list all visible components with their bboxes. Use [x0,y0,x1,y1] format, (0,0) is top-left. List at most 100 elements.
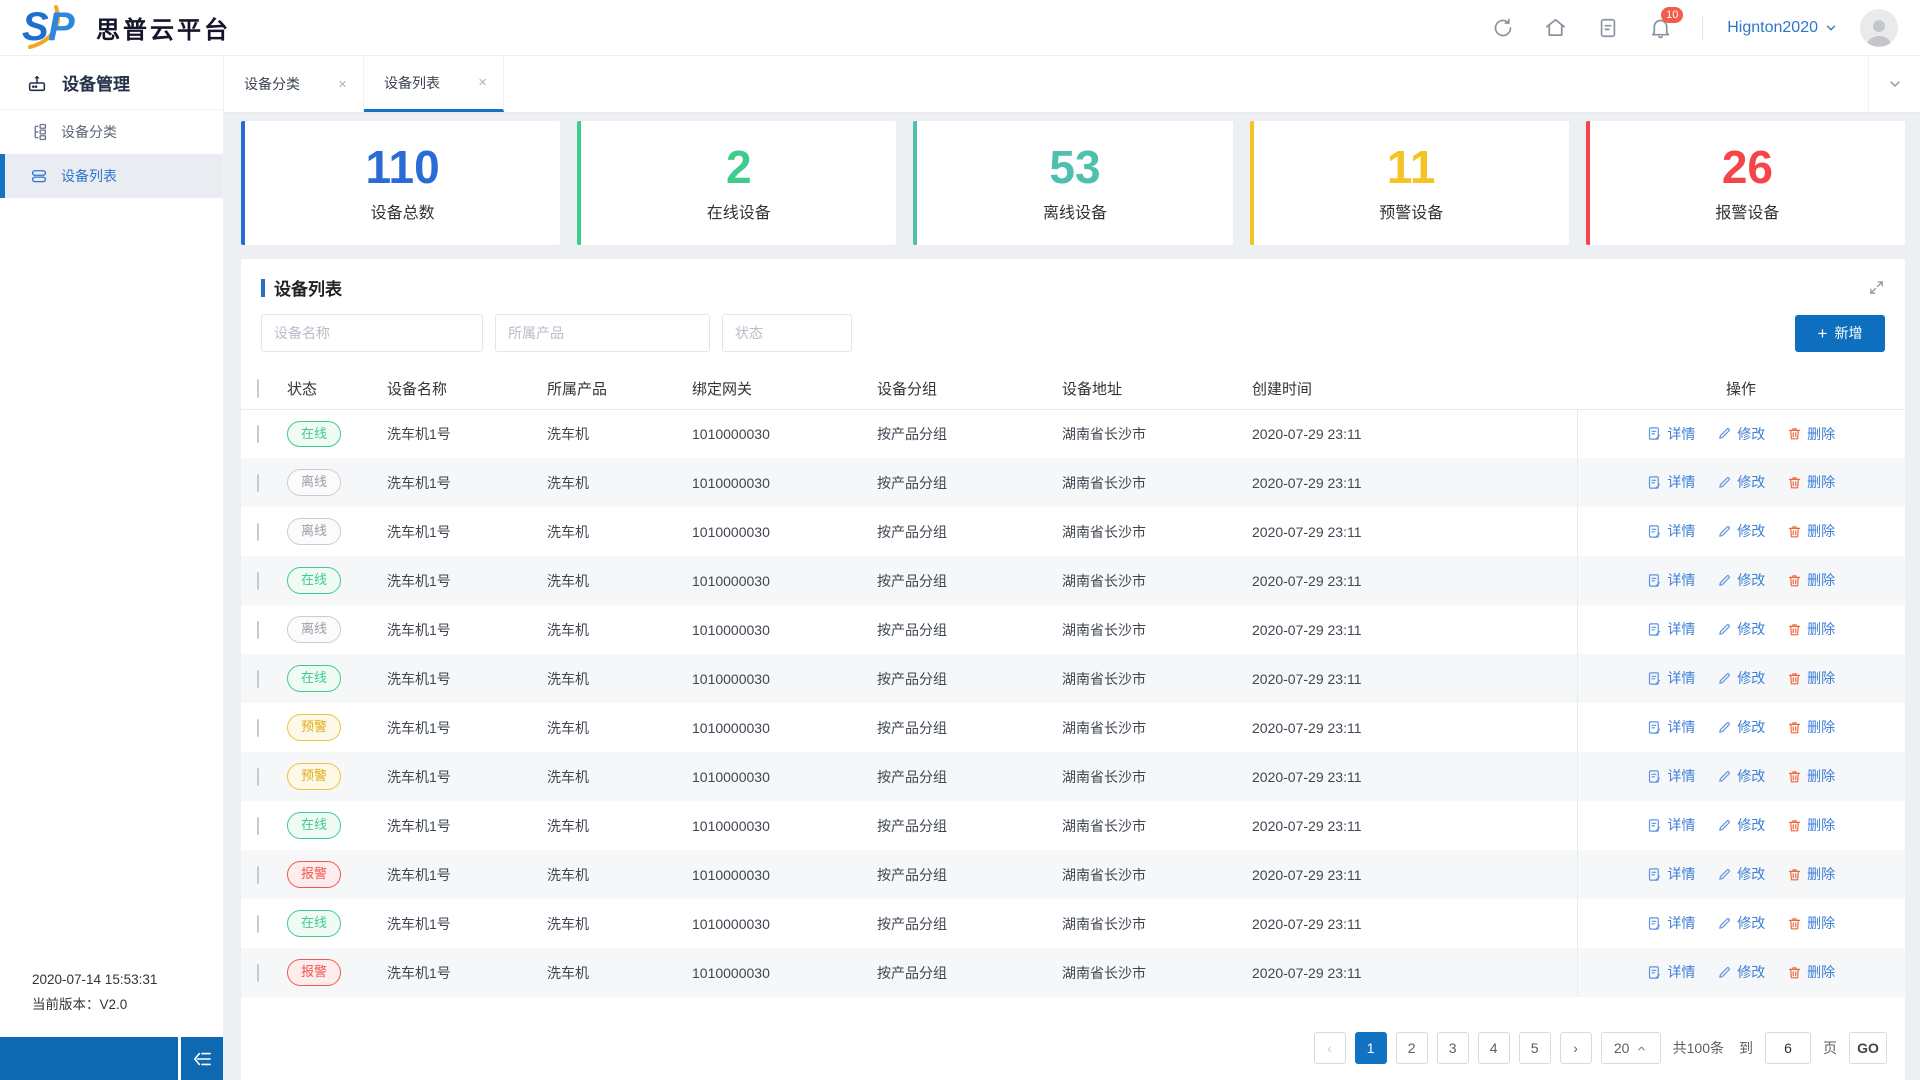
chevron-down-icon [1826,25,1836,30]
page-button-2[interactable]: 2 [1395,1032,1428,1064]
action-edit[interactable]: 修改 [1717,717,1765,737]
action-detail[interactable]: 详情 [1647,962,1695,982]
action-detail[interactable]: 详情 [1647,766,1695,786]
action-delete[interactable]: 删除 [1787,668,1835,688]
action-delete[interactable]: 删除 [1787,815,1835,835]
action-detail[interactable]: 详情 [1647,717,1695,737]
action-delete[interactable]: 删除 [1787,717,1835,737]
filter-product-input[interactable] [495,314,710,352]
stat-card-total: 110 设备总数 [241,121,561,245]
action-detail[interactable]: 详情 [1647,424,1695,444]
row-checkbox[interactable] [257,473,259,492]
close-icon[interactable]: × [338,76,347,93]
action-edit[interactable]: 修改 [1717,570,1765,590]
action-edit[interactable]: 修改 [1717,962,1765,982]
action-edit[interactable]: 修改 [1717,668,1765,688]
page-size-select[interactable]: 20 [1600,1032,1661,1064]
action-detail[interactable]: 详情 [1647,570,1695,590]
action-delete[interactable]: 删除 [1787,570,1835,590]
goto-page-input[interactable] [1765,1032,1811,1064]
pagination: ‹ 1 2 3 4 5 › 20 共100条 到 页 GO [241,1017,1905,1080]
user-menu[interactable]: Hignton2020 [1727,19,1838,37]
expand-icon[interactable] [1868,279,1885,296]
action-delete[interactable]: 删除 [1787,521,1835,541]
close-icon[interactable]: × [478,74,487,91]
action-edit[interactable]: 修改 [1717,913,1765,933]
action-detail[interactable]: 详情 [1647,864,1695,884]
status-badge: 报警 [287,861,342,888]
cell-address: 湖南省长沙市 [1062,621,1146,638]
action-delete[interactable]: 删除 [1787,472,1835,492]
cell-product: 洗车机 [547,425,589,442]
collapse-bar-fill [0,1037,178,1080]
action-delete[interactable]: 删除 [1787,962,1835,982]
action-edit[interactable]: 修改 [1717,766,1765,786]
sidebar-item-device-list[interactable]: 设备列表 [0,154,223,198]
edit-icon [1719,917,1731,929]
row-checkbox[interactable] [257,767,259,786]
cell-gateway: 1010000030 [692,572,770,589]
status-badge: 预警 [287,714,342,741]
page-button-3[interactable]: 3 [1436,1032,1469,1064]
document-icon[interactable] [1597,17,1619,39]
device-list-panel: 设备列表 + 新增 [241,259,1905,1080]
action-detail[interactable]: 详情 [1647,668,1695,688]
row-checkbox[interactable] [257,522,259,541]
next-page-button[interactable]: › [1559,1032,1592,1064]
action-delete[interactable]: 删除 [1787,913,1835,933]
panel-header: 设备列表 [241,259,1905,306]
select-all-checkbox[interactable] [257,378,259,398]
column-header-actions: 操作 [1577,368,1905,410]
page-button-4[interactable]: 4 [1477,1032,1510,1064]
row-checkbox[interactable] [257,865,259,884]
action-edit[interactable]: 修改 [1717,521,1765,541]
row-checkbox[interactable] [257,424,259,443]
row-checkbox[interactable] [257,914,259,933]
action-detail[interactable]: 详情 [1647,913,1695,933]
column-header-product: 所属产品 [547,368,692,410]
detail-icon [1649,427,1661,440]
page-button-5[interactable]: 5 [1518,1032,1551,1064]
go-button[interactable]: GO [1849,1032,1887,1064]
filter-device-name-input[interactable] [261,314,483,352]
row-checkbox[interactable] [257,816,259,835]
action-detail[interactable]: 详情 [1647,815,1695,835]
row-checkbox[interactable] [257,718,259,737]
cell-address: 湖南省长沙市 [1062,964,1146,981]
action-delete[interactable]: 删除 [1787,424,1835,444]
tab-overflow-button[interactable] [1868,56,1920,112]
action-edit[interactable]: 修改 [1717,864,1765,884]
sidebar-timestamp: 2020-07-14 15:53:31 [32,972,158,988]
tab-device-category[interactable]: 设备分类 × [224,56,364,112]
brand-title: 思普云平台 [96,17,231,44]
avatar[interactable] [1860,8,1898,47]
stat-card-offline: 53 离线设备 [913,121,1233,245]
collapse-sidebar-button[interactable] [181,1037,223,1080]
row-checkbox[interactable] [257,963,259,982]
action-detail[interactable]: 详情 [1647,521,1695,541]
row-checkbox[interactable] [257,571,259,590]
action-edit[interactable]: 修改 [1717,424,1765,444]
prev-page-button[interactable]: ‹ [1313,1032,1346,1064]
refresh-icon[interactable] [1492,17,1514,39]
action-detail[interactable]: 详情 [1647,619,1695,639]
cell-gateway: 1010000030 [692,425,770,442]
home-icon[interactable] [1544,16,1567,39]
stat-value: 11 [1386,140,1436,193]
add-device-button[interactable]: + 新增 [1795,314,1885,352]
row-checkbox[interactable] [257,620,259,639]
page-button-1[interactable]: 1 [1354,1032,1387,1064]
action-edit[interactable]: 修改 [1717,472,1765,492]
filter-status-input[interactable] [722,314,852,352]
action-detail[interactable]: 详情 [1647,472,1695,492]
action-edit[interactable]: 修改 [1717,619,1765,639]
action-delete[interactable]: 删除 [1787,619,1835,639]
action-delete[interactable]: 删除 [1787,766,1835,786]
action-delete[interactable]: 删除 [1787,864,1835,884]
notification-bell[interactable]: 10 [1649,7,1684,39]
sidebar-menu-title: 设备管理 [0,56,223,110]
row-checkbox[interactable] [257,669,259,688]
sidebar-item-device-category[interactable]: 设备分类 [0,110,223,154]
action-edit[interactable]: 修改 [1717,815,1765,835]
tab-device-list[interactable]: 设备列表 × [364,56,504,112]
